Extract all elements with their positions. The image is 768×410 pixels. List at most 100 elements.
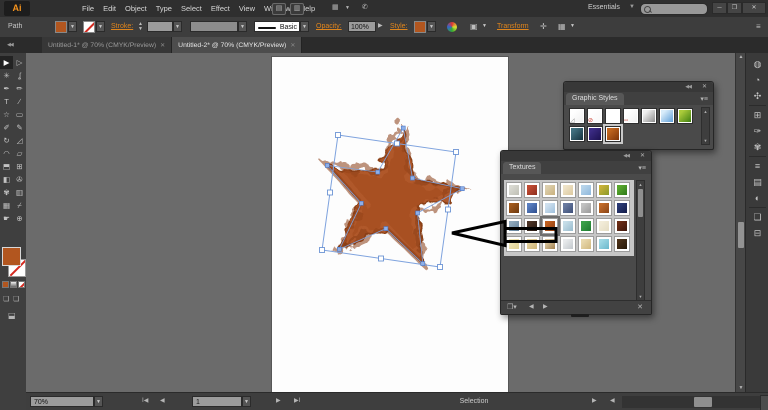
swatches-icon[interactable]: ⊞ [746, 107, 768, 123]
texture-swatch[interactable] [560, 200, 576, 216]
type-tool[interactable]: T [0, 95, 13, 108]
selection-tool[interactable]: ▶ [0, 56, 13, 69]
textures-tab[interactable]: Textures [503, 162, 541, 174]
slice-tool[interactable]: ⌿ [13, 199, 26, 212]
more-options-dropdown-icon[interactable]: ▼ [568, 21, 577, 32]
symbols-icon[interactable]: ✾ [746, 139, 768, 155]
scrollbar-thumb[interactable] [638, 189, 643, 217]
menu-view[interactable]: View [239, 4, 255, 13]
collapse-to-icons-icon[interactable]: ◀◀ [623, 153, 629, 159]
width-profile-field[interactable] [190, 21, 238, 32]
opacity-mask-icon[interactable]: ▣ [470, 21, 478, 32]
rotate-tool[interactable]: ↻ [0, 134, 13, 147]
recolor-artwork-icon[interactable] [447, 22, 457, 32]
style-link[interactable]: Style: [390, 23, 408, 30]
none-mode-button[interactable] [18, 281, 25, 288]
stroke-panel-link[interactable]: Stroke: [111, 23, 133, 30]
pen-tool[interactable]: ✒ [0, 82, 13, 95]
scroll-down-icon[interactable]: ▼ [702, 138, 709, 143]
texture-swatch[interactable] [578, 218, 594, 234]
menu-edit[interactable]: Edit [103, 4, 116, 13]
panel-menu-icon[interactable]: ▾≡ [638, 164, 646, 172]
h-scroll-left-icon[interactable]: ◀ [610, 397, 615, 404]
texture-swatch[interactable] [560, 218, 576, 234]
panel-menu-icon[interactable]: ▾≡ [700, 95, 708, 103]
zoom-dropdown-icon[interactable]: ▼ [94, 396, 103, 407]
texture-swatch[interactable] [614, 218, 630, 234]
stroke-icon[interactable]: ≡ [746, 158, 768, 174]
document-tab[interactable]: Untitled-2* @ 70% (CMYK/Preview)✕ [172, 37, 302, 53]
texture-swatch[interactable] [596, 200, 612, 216]
texture-swatch[interactable] [524, 200, 540, 216]
direct-selection-tool[interactable]: ▷ [13, 56, 26, 69]
texture-swatch[interactable] [596, 182, 612, 198]
artboard-dropdown-icon[interactable]: ▼ [242, 396, 251, 407]
menu-type[interactable]: Type [156, 4, 172, 13]
color-guide-icon[interactable]: ◔ [746, 72, 768, 88]
texture-swatch[interactable] [578, 200, 594, 216]
hand-tool[interactable]: ☛ [0, 212, 13, 225]
tab-close-icon[interactable]: ✕ [290, 42, 295, 49]
brush-definition-field[interactable]: Basic [254, 21, 300, 32]
artboard-number-field[interactable]: 1 [192, 396, 242, 407]
texture-swatch[interactable] [560, 236, 576, 252]
scrollbar-thumb[interactable] [738, 222, 744, 248]
library-menu-icon[interactable]: ❒▾ [507, 303, 517, 311]
menu-object[interactable]: Object [125, 4, 147, 13]
opacity-field[interactable]: 100% [348, 21, 376, 32]
first-artboard-icon[interactable]: Ⅰ◀ [142, 397, 148, 404]
opacity-expand-icon[interactable]: ▶ [378, 21, 383, 32]
texture-swatch[interactable] [506, 200, 522, 216]
scale-tool[interactable]: ◿ [13, 134, 26, 147]
kuler-icon[interactable]: ✣ [746, 88, 768, 104]
panel-close-icon[interactable]: ✕ [702, 83, 707, 90]
symbol-sprayer-tool[interactable]: ✾ [0, 186, 13, 199]
texture-swatch[interactable] [524, 236, 540, 252]
bridge-icon[interactable]: ▤ [272, 3, 286, 15]
texture-swatch[interactable] [596, 236, 612, 252]
opacity-mask-dropdown-icon[interactable]: ▼ [480, 21, 489, 32]
indigo-style[interactable] [587, 126, 603, 142]
panel-options-icon[interactable]: ≡ [756, 21, 761, 32]
minimize-button[interactable]: ─ [712, 2, 727, 14]
menu-select[interactable]: Select [181, 4, 202, 13]
zoom-tool[interactable]: ⊕ [13, 212, 26, 225]
align-icon[interactable]: ✛ [540, 21, 547, 32]
paintbrush-tool[interactable]: ✐ [0, 121, 13, 134]
draw-behind-icon[interactable]: ❏ [13, 295, 19, 303]
gradient-mode-button[interactable] [10, 281, 17, 288]
scroll-up-icon[interactable]: ▲ [637, 182, 644, 187]
gradient-tool[interactable]: ◧ [0, 173, 13, 186]
texture-swatch[interactable] [524, 218, 540, 234]
blob-brush-tool[interactable]: ✏ [13, 82, 26, 95]
status-flyout-icon[interactable]: ▶ [592, 397, 597, 404]
gradient-icon[interactable]: ▤ [746, 174, 768, 190]
collapse-to-icons-icon[interactable]: ◀◀ [685, 84, 691, 90]
texture-swatch[interactable] [542, 200, 558, 216]
rectangle-tool[interactable]: ▭ [13, 108, 26, 121]
draw-normal-icon[interactable]: ❏ [3, 295, 9, 303]
delete-swatch-icon[interactable]: ✕ [637, 303, 643, 311]
previous-library-icon[interactable]: ◀ [529, 303, 534, 310]
free-transform-tool[interactable]: ▱ [13, 147, 26, 160]
document-tab[interactable]: Untitled-1* @ 70% (CMYK/Preview)✕ [42, 37, 172, 53]
arrange-documents-icon[interactable]: ▦ [332, 3, 339, 13]
stroke-color-swatch[interactable] [83, 21, 95, 33]
texture-swatch[interactable] [560, 182, 576, 198]
width-tool[interactable]: ◠ [0, 147, 13, 160]
default-style[interactable]: ◿ [569, 108, 585, 124]
menu-effect[interactable]: Effect [211, 4, 230, 13]
opacity-link[interactable]: Opacity: [316, 23, 342, 30]
texture-swatch[interactable] [542, 218, 558, 234]
line-segment-tool[interactable]: ∕ [13, 95, 26, 108]
shape-builder-tool[interactable]: ⬒ [0, 160, 13, 173]
arrange-dropdown-icon[interactable]: ▼ [345, 3, 350, 13]
transform-link[interactable]: Transform [497, 23, 529, 30]
transparency-icon[interactable]: ◐ [746, 190, 768, 206]
white-pair-style[interactable]: ▫▫ [623, 108, 639, 124]
texture-swatch[interactable] [542, 182, 558, 198]
width-profile-dropdown-icon[interactable]: ▼ [238, 21, 247, 32]
graphic-styles-tab[interactable]: Graphic Styles [566, 93, 624, 105]
blue-gradient-style[interactable] [659, 108, 675, 124]
close-button[interactable]: ✕ [742, 2, 766, 14]
